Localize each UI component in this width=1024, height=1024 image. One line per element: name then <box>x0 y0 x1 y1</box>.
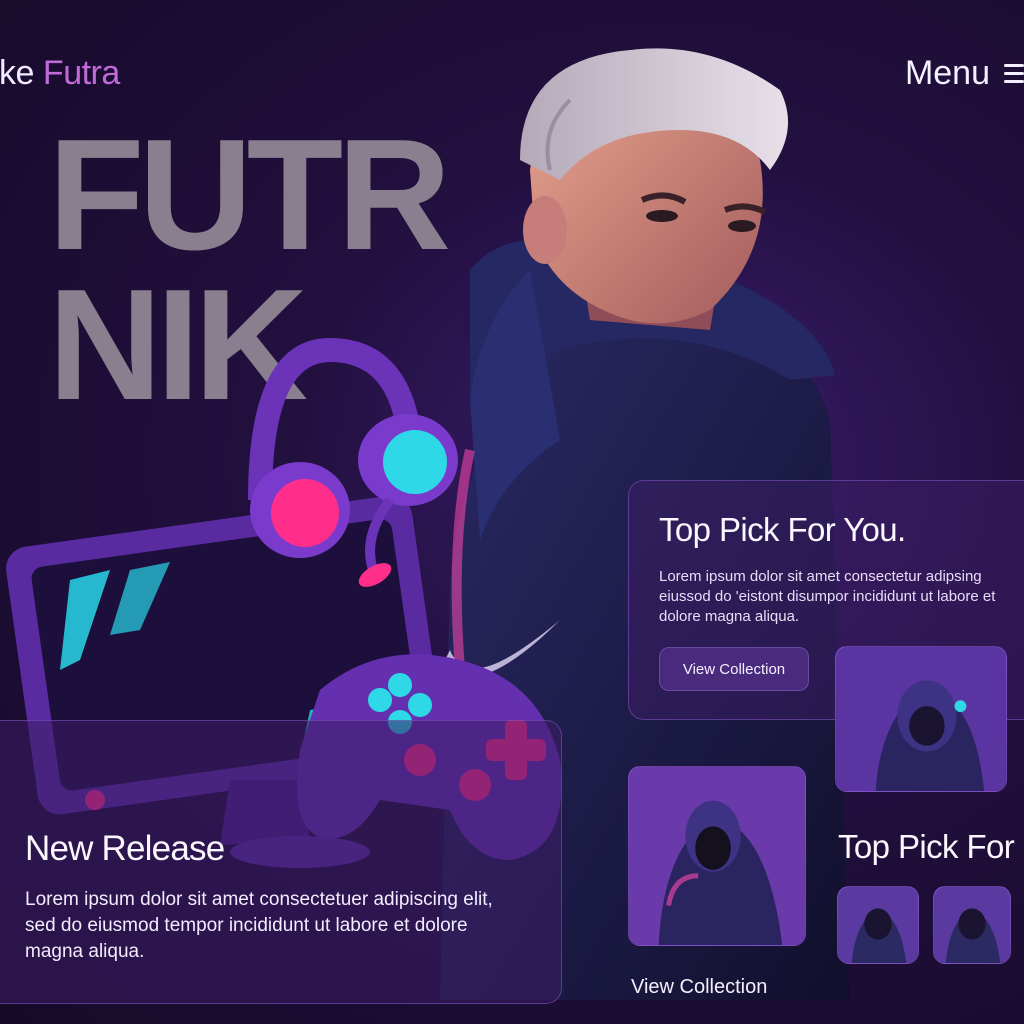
product-thumbnail[interactable] <box>835 646 1007 792</box>
hooded-figure-image <box>934 887 1010 963</box>
product-thumbnail[interactable] <box>837 886 919 964</box>
secondary-top-pick-title: Top Pick For <box>838 828 1015 865</box>
brand-name-part2: Futra <box>42 54 120 92</box>
hooded-figure-image <box>836 647 1006 791</box>
product-thumbnail[interactable] <box>933 886 1011 964</box>
new-release-description: Lorem ipsum dolor sit amet consectetuer … <box>25 889 493 962</box>
brand-logo[interactable]: ike Futra <box>0 54 120 93</box>
brand-name-part1: ike <box>0 54 34 92</box>
new-release-title: New Release <box>25 829 225 868</box>
new-release-card: New Release Lorem ipsum dolor sit amet c… <box>0 720 562 1004</box>
view-collection-link[interactable]: View Collection <box>631 976 767 999</box>
menu-label: Menu <box>904 54 990 92</box>
menu-button[interactable]: Menu <box>905 54 1024 93</box>
view-collection-button[interactable]: View Collection <box>659 647 809 691</box>
hamburger-menu-icon <box>1004 64 1024 83</box>
top-pick-description: Lorem ipsum dolor sit amet consectetur a… <box>659 568 996 625</box>
product-thumbnail[interactable] <box>628 766 806 946</box>
hooded-figure-image <box>629 767 805 945</box>
hooded-figure-image <box>838 887 918 963</box>
top-pick-title: Top Pick For You. <box>659 511 906 548</box>
